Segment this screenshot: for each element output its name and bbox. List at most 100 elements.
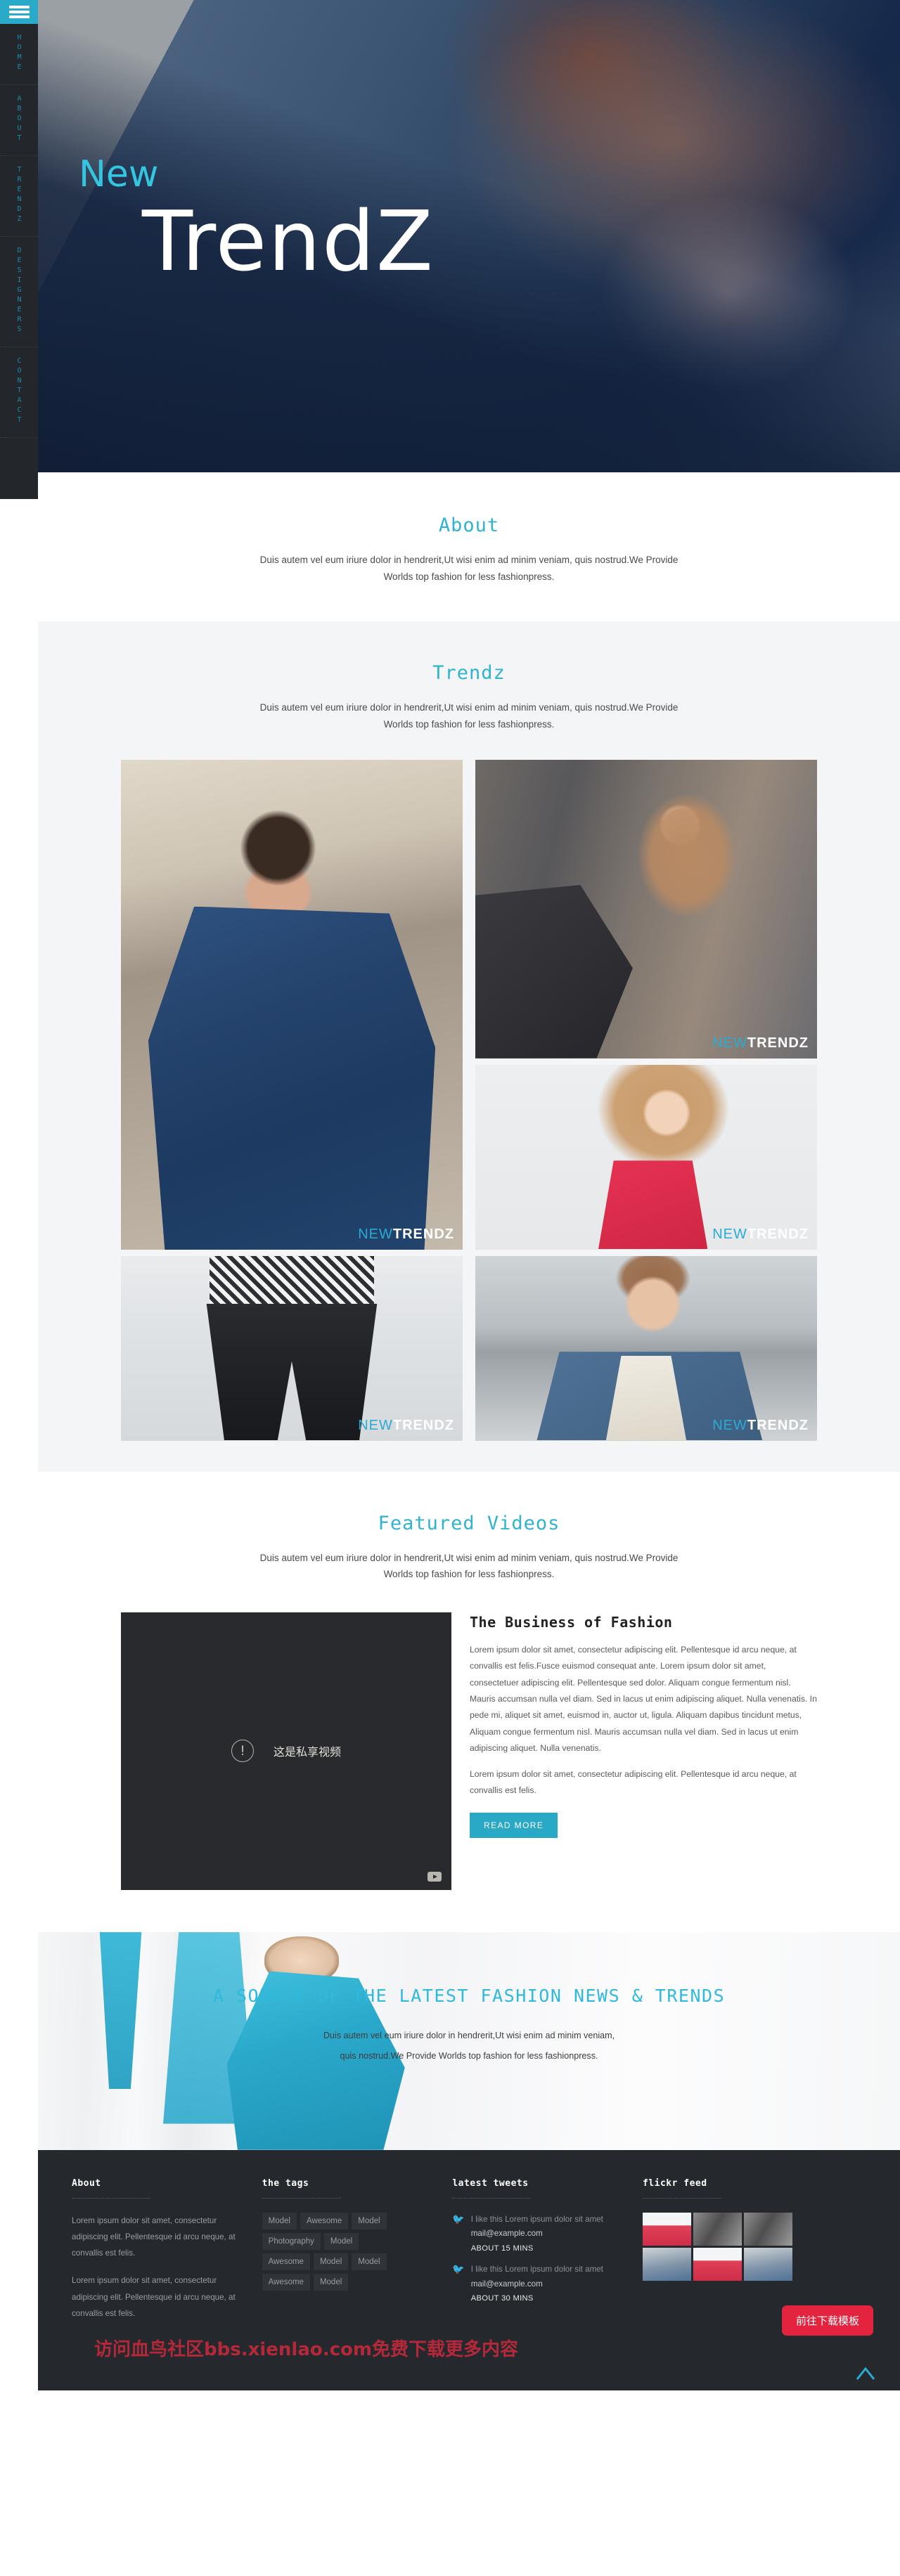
tag-item[interactable]: Awesome (262, 2253, 310, 2270)
gallery-image (121, 1255, 463, 1441)
article-paragraph-2: Lorem ipsum dolor sit amet, consectetur … (470, 1768, 797, 1796)
about-heading: About (438, 514, 500, 536)
footer-about-heading: About (72, 2177, 101, 2189)
sidebar-item-label: ABOUT (15, 95, 23, 144)
warning-icon: ! (231, 1740, 254, 1763)
footer-flickr-heading: flickr feed (642, 2177, 707, 2189)
sidebar-item-label: TRENDZ (15, 166, 23, 225)
tag-item[interactable]: Model (313, 2253, 349, 2270)
tweet-item[interactable]: 🐦 I like this Lorem ipsum dolor sit amet… (452, 2213, 624, 2253)
chevron-up-icon (856, 2367, 875, 2380)
gallery-image (475, 759, 817, 1059)
hamburger-bar-2 (8, 11, 30, 13)
sidebar-item-contact[interactable]: CONTACT (0, 347, 38, 438)
sidebar-item-home[interactable]: HOME (0, 24, 38, 85)
video-message-text: 这是私享视频 (273, 1747, 342, 1759)
tag-item[interactable]: Model (352, 2212, 387, 2229)
hero-content: New TrendZ (38, 0, 900, 286)
read-more-button[interactable]: READ MORE (470, 1812, 558, 1838)
hamburger-bar-1 (8, 6, 30, 8)
overlay-brand-text: TRENDZ (392, 1417, 454, 1433)
flickr-thumbnail[interactable] (642, 2247, 691, 2281)
video-row: ! 这是私享视频 The Business of Fashion Lorem i… (121, 1612, 817, 1890)
flickr-thumbnail[interactable] (743, 2247, 792, 2281)
gallery-overlay-label: NEWTRENDZ (712, 1226, 809, 1243)
footer-about-paragraph-2: Lorem ipsum dolor sit amet, consectetur … (72, 2276, 236, 2318)
tweet-text: I like this Lorem ipsum dolor sit amet (470, 2214, 603, 2224)
tag-item[interactable]: Awesome (262, 2273, 310, 2291)
hero-title: TrendZ (142, 193, 435, 290)
parallax-banner: A SOURCE OF THE LATEST FASHION NEWS & TR… (38, 1931, 900, 2150)
tag-item[interactable]: Model (313, 2273, 349, 2291)
footer-tags-heading: the tags (262, 2177, 309, 2189)
footer-divider (452, 2197, 532, 2199)
tweet-mail: mail@example.com (470, 2279, 543, 2289)
tag-item[interactable]: Photography (262, 2232, 321, 2250)
sidebar: HOME ABOUT TRENDZ DESIGNERS CONTACT (0, 0, 38, 499)
sidebar-item-designers[interactable]: DESIGNERS (0, 237, 38, 347)
parallax-title: A SOURCE OF THE LATEST FASHION NEWS & TR… (212, 1985, 726, 2006)
back-to-top-button[interactable] (855, 2365, 876, 2382)
flickr-thumbnail[interactable] (693, 2212, 742, 2246)
hero-banner: New TrendZ (38, 0, 900, 472)
sidebar-item-label: HOME (15, 34, 23, 73)
tweet-text: I like this Lorem ipsum dolor sit amet (470, 2265, 603, 2274)
article-title: The Business of Fashion (470, 1613, 673, 1631)
footer-flickr-column: flickr feed (642, 2177, 866, 2369)
gallery-overlay-label: NEWTRENDZ (712, 1418, 809, 1434)
tweet-body: I like this Lorem ipsum dolor sit amet m… (471, 2263, 624, 2303)
featured-videos-paragraph: Duis autem vel eum iriure dolor in hendr… (259, 1552, 679, 1580)
footer-divider (72, 2197, 150, 2199)
gallery-image (475, 1064, 817, 1250)
footer-about-column: About Lorem ipsum dolor sit amet, consec… (72, 2178, 244, 2369)
gallery-item[interactable]: NEWTRENDZ (475, 1064, 817, 1250)
footer-tags-column: the tags Model Awesome Model Photography… (262, 2178, 435, 2369)
tweet-item[interactable]: 🐦 I like this Lorem ipsum dolor sit amet… (452, 2263, 624, 2303)
tag-item[interactable]: Model (262, 2212, 297, 2229)
article-paragraph-1: Lorem ipsum dolor sit amet, consectetur … (470, 1644, 817, 1754)
overlay-new-text: NEW (358, 1417, 393, 1433)
play-icon[interactable] (428, 1871, 442, 1882)
tweet-mail: mail@example.com (470, 2229, 543, 2239)
overlay-brand-text: TRENDZ (747, 1226, 809, 1242)
gallery-image (475, 1255, 817, 1441)
footer-tweets-column: latest tweets 🐦 I like this Lorem ipsum … (452, 2178, 624, 2369)
gallery-item[interactable]: NEWTRENDZ (121, 759, 463, 1250)
gallery-item[interactable]: NEWTRENDZ (121, 1255, 463, 1441)
flickr-thumbnail[interactable] (693, 2247, 742, 2281)
gallery-item[interactable]: NEWTRENDZ (475, 759, 817, 1059)
tag-item[interactable]: Model (352, 2253, 387, 2270)
trendz-section: Trendz Duis autem vel eum iriure dolor i… (38, 621, 900, 1472)
gallery-image (121, 759, 463, 1250)
overlay-brand-text: TRENDZ (747, 1035, 809, 1051)
footer-divider (642, 2197, 721, 2199)
sidebar-item-trendz[interactable]: TRENDZ (0, 156, 38, 237)
tag-item[interactable]: Awesome (300, 2212, 349, 2229)
gallery-item[interactable]: NEWTRENDZ (475, 1255, 817, 1441)
overlay-brand-text: TRENDZ (747, 1417, 809, 1433)
menu-toggle-button[interactable] (0, 0, 38, 24)
overlay-new-text: NEW (712, 1035, 747, 1051)
flickr-thumbnail[interactable] (642, 2212, 691, 2246)
sidebar-item-label: CONTACT (15, 357, 23, 426)
tweet-body: I like this Lorem ipsum dolor sit amet m… (471, 2213, 624, 2253)
tag-item[interactable]: Model (323, 2232, 359, 2250)
parallax-content: A SOURCE OF THE LATEST FASHION NEWS & TR… (38, 1932, 900, 2067)
flickr-thumbnail-grid (642, 2212, 866, 2281)
gallery-overlay-label: NEWTRENDZ (358, 1226, 454, 1243)
about-section: About Duis autem vel eum iriure dolor in… (38, 472, 900, 622)
hamburger-bar-3 (8, 15, 30, 18)
twitter-bird-icon: 🐦 (452, 2213, 465, 2225)
tweet-timestamp: ABOUT 15 MINS (470, 2244, 534, 2253)
flickr-thumbnail[interactable] (743, 2212, 792, 2246)
sidebar-item-about[interactable]: ABOUT (0, 85, 38, 156)
gallery-overlay-label: NEWTRENDZ (712, 1035, 809, 1051)
parallax-paragraph: Duis autem vel eum iriure dolor in hendr… (323, 2030, 615, 2062)
video-player[interactable]: ! 这是私享视频 (121, 1612, 451, 1890)
download-template-button[interactable]: 前往下载模板 (781, 2305, 873, 2336)
footer-tweets-heading: latest tweets (452, 2177, 529, 2189)
featured-videos-heading: Featured Videos (378, 1512, 560, 1534)
video-article: The Business of Fashion Lorem ipsum dolo… (470, 1612, 817, 1838)
featured-videos-section: Featured Videos Duis autem vel eum iriur… (38, 1471, 900, 1932)
overlay-new-text: NEW (358, 1226, 393, 1242)
